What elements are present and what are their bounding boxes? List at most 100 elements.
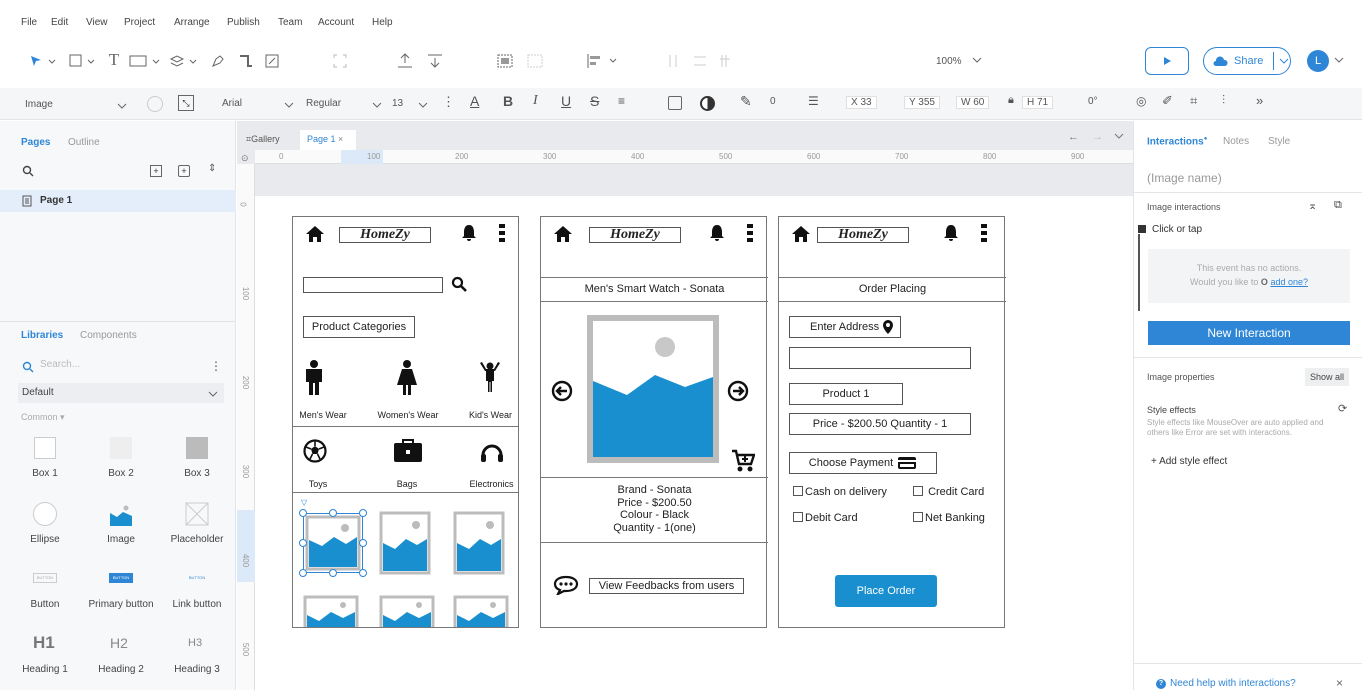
underline-icon[interactable]: U xyxy=(561,93,571,109)
app-logo[interactable]: HomeZy xyxy=(589,227,681,243)
border-style-icon[interactable]: ☰ xyxy=(808,94,819,108)
x-field[interactable]: X 33 xyxy=(846,96,877,109)
tab-page1[interactable]: Page 1 × xyxy=(300,130,356,150)
menu-account[interactable]: Account xyxy=(318,17,354,28)
font-color-icon[interactable]: A xyxy=(470,93,479,109)
lib-heading2[interactable]: Heading 2 xyxy=(86,664,156,675)
crop-mode-icon[interactable]: ⤡ xyxy=(178,95,194,111)
border-width-value[interactable]: 0 xyxy=(770,96,776,107)
selected-image-frame[interactable] xyxy=(303,513,363,573)
product-main-image[interactable] xyxy=(587,315,719,463)
fit-icon[interactable] xyxy=(330,52,350,70)
view-feedbacks-button[interactable]: View Feedbacks from users xyxy=(589,578,744,594)
element-type-select[interactable]: Image xyxy=(20,93,132,115)
image-name-input[interactable]: (Image name) xyxy=(1147,171,1222,185)
checkbox[interactable] xyxy=(913,486,923,496)
new-interaction-button[interactable]: New Interaction xyxy=(1148,321,1350,345)
add-style-effect-link[interactable]: + Add style effect xyxy=(1151,456,1227,467)
resize-handle[interactable] xyxy=(299,569,307,577)
collapse-icon[interactable]: ⌅ xyxy=(1308,199,1317,212)
heading1-thumb[interactable]: H1 xyxy=(33,633,55,653)
lock-ratio-icon[interactable]: 🔒︎ xyxy=(1008,94,1014,107)
resize-handle[interactable] xyxy=(329,569,337,577)
select-tool-icon[interactable] xyxy=(24,52,64,70)
menu-edit[interactable]: Edit xyxy=(51,17,68,28)
add-page-icon[interactable]: + xyxy=(150,165,162,177)
resize-handle[interactable] xyxy=(299,509,307,517)
tab-interactions[interactable]: Interactions● xyxy=(1147,136,1207,147)
kids-wear-icon[interactable] xyxy=(479,361,501,393)
bell-icon[interactable] xyxy=(461,224,477,242)
image-fill-icon[interactable] xyxy=(668,96,682,110)
choose-payment-button[interactable]: Choose Payment xyxy=(789,452,937,474)
y-field[interactable]: Y 355 xyxy=(904,96,940,109)
link-icon[interactable] xyxy=(147,96,163,112)
checkbox[interactable] xyxy=(913,512,923,522)
bring-forward-icon[interactable] xyxy=(394,52,416,70)
library-select[interactable]: Default xyxy=(18,383,224,403)
button-thumb[interactable]: BUTTON xyxy=(33,573,57,583)
eyedropper-icon[interactable]: ✐ xyxy=(1162,93,1173,109)
lib-image[interactable]: Image xyxy=(86,534,156,545)
heading3-thumb[interactable]: H3 xyxy=(188,637,202,649)
ellipse-thumb[interactable] xyxy=(33,502,57,526)
lib-primary-button[interactable]: Primary button xyxy=(86,599,156,610)
more-menu-icon[interactable] xyxy=(498,223,506,243)
home-icon[interactable] xyxy=(305,225,325,243)
more-menu-icon[interactable] xyxy=(980,223,988,243)
add-folder-icon[interactable]: + xyxy=(178,165,190,177)
lib-button[interactable]: Button xyxy=(10,599,80,610)
tab-outline[interactable]: Outline xyxy=(68,137,100,148)
resize-handle[interactable] xyxy=(359,569,367,577)
place-order-button[interactable]: Place Order xyxy=(835,575,937,607)
tab-forward-icon[interactable]: → xyxy=(1092,131,1103,143)
strikethrough-icon[interactable]: S xyxy=(590,93,599,109)
help-interactions-link[interactable]: Need help with interactions? xyxy=(1170,678,1296,689)
zoom-select[interactable]: 100% xyxy=(932,51,998,71)
note-tool-icon[interactable] xyxy=(262,52,282,70)
womens-wear-icon[interactable] xyxy=(395,360,419,396)
tab-back-icon[interactable]: ← xyxy=(1068,131,1079,143)
rotation-field[interactable]: 0° xyxy=(1088,96,1098,107)
menu-arrange[interactable]: Arrange xyxy=(174,17,210,28)
italic-icon[interactable]: I xyxy=(533,93,538,109)
product-image[interactable] xyxy=(453,511,505,575)
link-button-thumb[interactable]: BUTTON xyxy=(185,573,209,583)
ruler-origin-icon[interactable]: ⊙ xyxy=(241,153,249,164)
address-input[interactable] xyxy=(789,347,971,369)
text-tool-icon[interactable]: T xyxy=(104,50,124,70)
common-group-toggle[interactable]: Common ▾ xyxy=(21,412,65,423)
tab-list-chevron-icon[interactable] xyxy=(1114,131,1124,144)
sort-icon[interactable]: ⇕ xyxy=(208,163,216,174)
adjust-icon[interactable]: ⫶ xyxy=(1222,93,1225,108)
screen-home[interactable]: HomeZy Product Categories Men's Wear Wom… xyxy=(292,216,519,628)
lib-placeholder[interactable]: Placeholder xyxy=(162,534,232,545)
bold-icon[interactable]: B xyxy=(503,93,513,109)
page-item-page1[interactable]: Page 1 xyxy=(0,190,236,212)
bell-icon[interactable] xyxy=(943,224,959,242)
resize-handle[interactable] xyxy=(299,539,307,547)
resize-handle[interactable] xyxy=(359,539,367,547)
screen-order[interactable]: HomeZy Order Placing Enter Address Produ… xyxy=(778,216,1006,628)
electronics-icon[interactable] xyxy=(480,441,504,463)
w-field[interactable]: W 60 xyxy=(956,96,990,109)
send-backward-icon[interactable] xyxy=(424,52,446,70)
rectangle-tool-icon[interactable] xyxy=(66,52,102,70)
product-image[interactable] xyxy=(453,595,509,628)
bags-icon[interactable] xyxy=(393,439,423,463)
fill-color-icon[interactable] xyxy=(700,96,715,111)
checkbox[interactable] xyxy=(793,512,803,522)
pen-tool-icon[interactable] xyxy=(208,52,228,70)
style-effects-icon[interactable]: ⟳ xyxy=(1338,402,1347,415)
lib-link-button[interactable]: Link button xyxy=(162,599,232,610)
ungroup-icon[interactable] xyxy=(524,52,546,70)
tab-libraries[interactable]: Libraries xyxy=(21,330,63,341)
menu-project[interactable]: Project xyxy=(124,17,155,28)
search-input[interactable] xyxy=(303,277,443,293)
tab-notes[interactable]: Notes xyxy=(1223,136,1249,147)
tab-style[interactable]: Style xyxy=(1268,136,1290,147)
lib-heading1[interactable]: Heading 1 xyxy=(10,664,80,675)
more-text-options-icon[interactable]: ⋮ xyxy=(442,94,455,110)
primary-button-thumb[interactable]: BUTTON xyxy=(109,573,133,583)
connector-tool-icon[interactable] xyxy=(236,52,256,70)
